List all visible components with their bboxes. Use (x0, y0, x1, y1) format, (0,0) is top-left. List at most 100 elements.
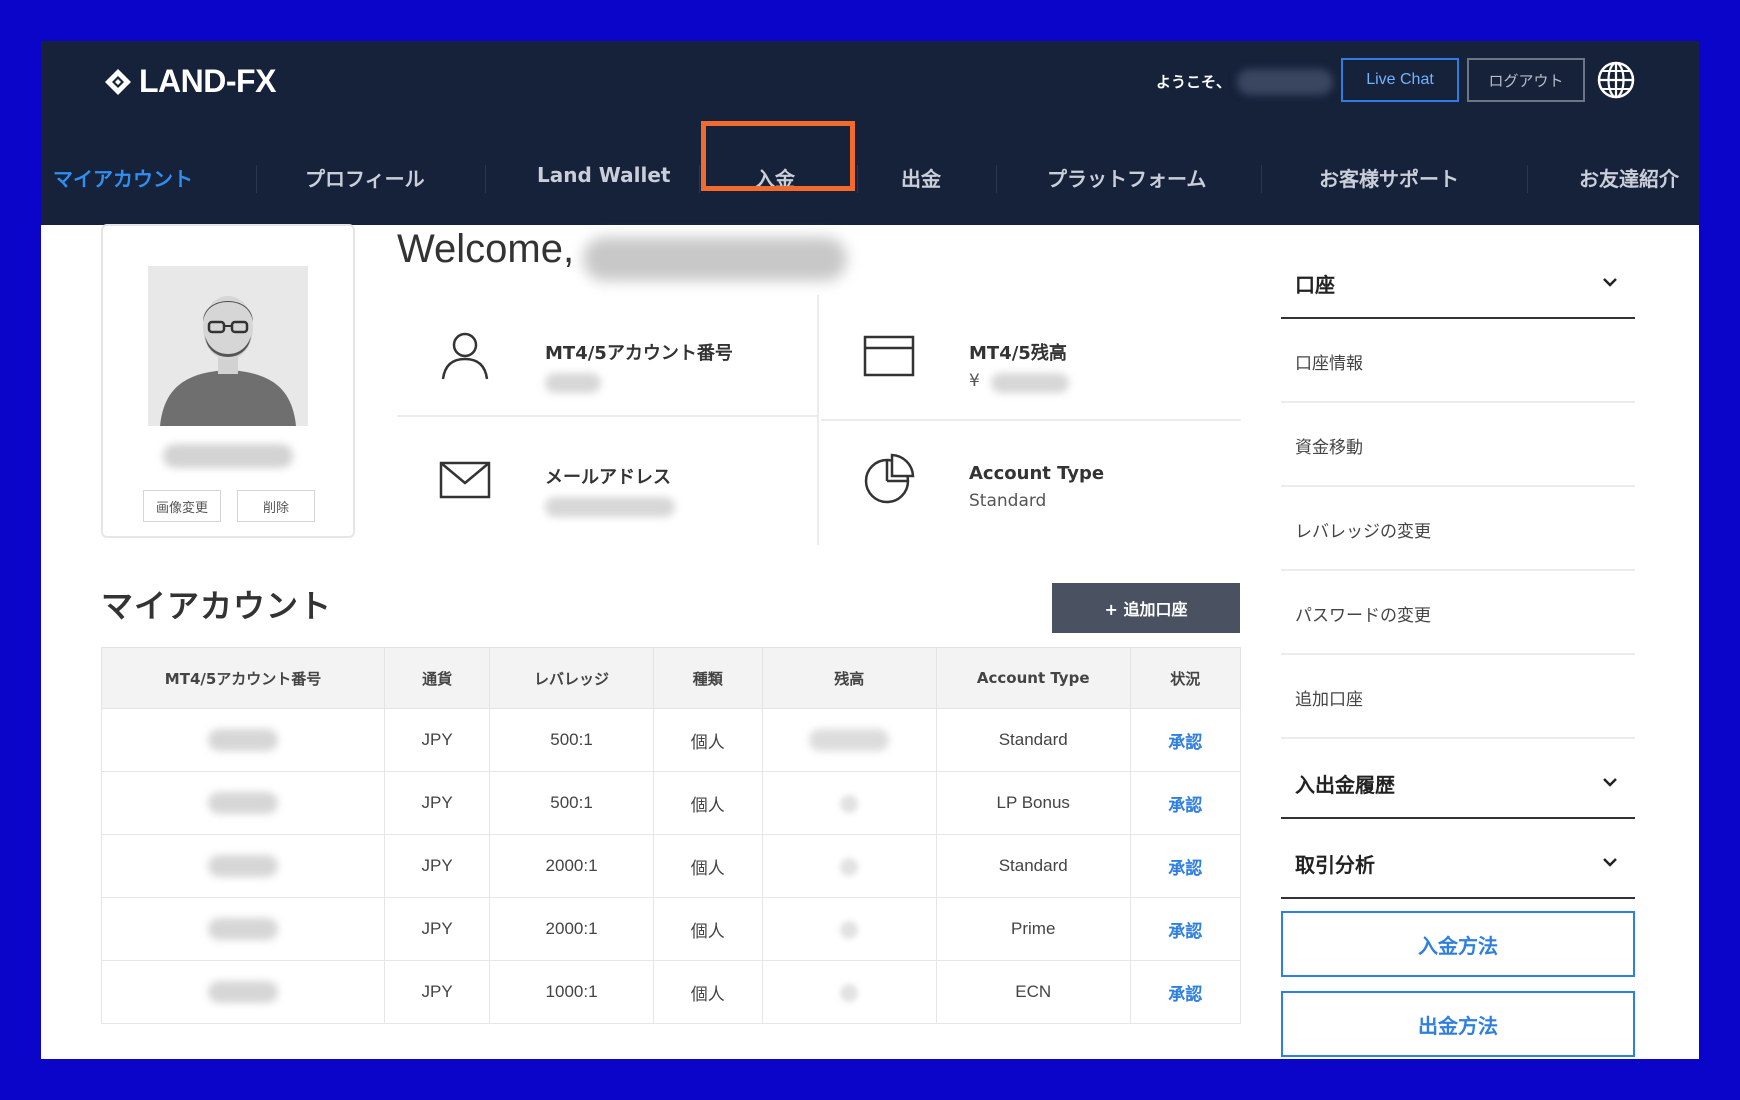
user-icon (441, 332, 489, 380)
live-chat-button[interactable]: Live Chat (1341, 58, 1459, 102)
blurred-balance (991, 373, 1069, 393)
kind-cell: 個人 (653, 897, 763, 961)
sidebar-section-label: 口座 (1295, 273, 1335, 297)
status-link[interactable]: 承認 (1129, 708, 1241, 772)
logout-button[interactable]: ログアウト (1467, 58, 1585, 102)
nav-divider (256, 165, 257, 193)
kind-cell: 個人 (653, 960, 763, 1024)
blurred-value (840, 794, 859, 813)
currency-cell: JPY (384, 834, 491, 898)
table-row[interactable]: JPY 1000:1 個人 ECN 承認 (100, 960, 1241, 1024)
blurred-account-number (545, 373, 601, 393)
grid-divider (397, 415, 817, 417)
table-row[interactable]: JPY 500:1 個人 Standard 承認 (100, 708, 1241, 772)
logo-text: LAND-FX (139, 63, 276, 99)
leverage-cell: 2000:1 (489, 834, 654, 898)
blurred-username (1237, 69, 1333, 95)
blurred-value (840, 857, 859, 876)
nav-item-profile[interactable]: プロフィール (305, 163, 425, 192)
table-row[interactable]: JPY 500:1 個人 LP Bonus 承認 (100, 771, 1241, 835)
account-type-cell: ECN (935, 960, 1131, 1024)
col-kind[interactable]: 種類 (653, 647, 763, 709)
grid-divider (817, 295, 819, 545)
currency-cell: JPY (384, 960, 491, 1024)
blurred-email (545, 497, 675, 517)
leverage-cell: 1000:1 (489, 960, 654, 1024)
kind-cell: 個人 (653, 771, 763, 835)
logo-diamond-icon (105, 68, 131, 95)
nav-divider (699, 165, 700, 193)
sidebar-item-leverage[interactable]: レバレッジの変更 (1281, 487, 1635, 571)
info-account-number: MT4/5アカウント番号 (397, 295, 817, 415)
page-frame: LAND-FX ようこそ、 Live Chat ログアウト マイアカウント プロ… (41, 41, 1699, 1059)
nav-item-land-wallet[interactable]: Land Wallet (537, 163, 670, 187)
email-label: メールアドレス (545, 467, 671, 488)
nav-item-my-account[interactable]: マイアカウント (53, 163, 193, 192)
avatar[interactable] (148, 266, 308, 426)
balance-cell (761, 897, 937, 961)
blurred-value (208, 792, 279, 814)
col-leverage[interactable]: レバレッジ (489, 647, 654, 709)
deposit-highlight-box (701, 121, 855, 191)
nav-item-referral[interactable]: お友達紹介 (1579, 163, 1679, 192)
nav-item-platform[interactable]: プラットフォーム (1047, 163, 1206, 192)
blurred-value (840, 920, 859, 939)
status-link[interactable]: 承認 (1129, 960, 1241, 1024)
account-type-cell: Standard (935, 708, 1131, 772)
sidebar-item-label: 口座情報 (1295, 354, 1363, 374)
change-image-button[interactable]: 画像変更 (143, 490, 221, 522)
sidebar-item-account-info[interactable]: 口座情報 (1281, 319, 1635, 403)
account-type-cell: Prime (935, 897, 1131, 961)
table-row[interactable]: JPY 2000:1 個人 Standard 承認 (100, 834, 1241, 898)
blurred-value (208, 981, 279, 1003)
currency-cell: JPY (384, 771, 491, 835)
nav-divider (1261, 165, 1262, 193)
table-row[interactable]: JPY 2000:1 個人 Prime 承認 (100, 897, 1241, 961)
status-link[interactable]: 承認 (1129, 834, 1241, 898)
sidebar-item-add-account[interactable]: 追加口座 (1281, 655, 1635, 739)
sidebar-section-label: 入出金履歴 (1295, 773, 1395, 797)
add-account-button[interactable]: + 追加口座 (1052, 583, 1240, 633)
currency-cell: JPY (384, 897, 491, 961)
col-balance[interactable]: 残高 (761, 647, 937, 709)
welcome-greeting: ようこそ、 (1156, 73, 1232, 91)
account-number-cell (100, 834, 386, 898)
sidebar-section-history[interactable]: 入出金履歴 (1281, 747, 1635, 819)
status-link[interactable]: 承認 (1129, 897, 1241, 961)
nav-item-support[interactable]: お客様サポート (1319, 163, 1459, 192)
sidebar-section-label: 取引分析 (1295, 853, 1375, 877)
sidebar-item-label: 資金移動 (1295, 438, 1363, 458)
account-number-cell (100, 897, 386, 961)
status-link[interactable]: 承認 (1129, 771, 1241, 835)
delete-image-button[interactable]: 削除 (237, 490, 315, 522)
account-type-cell: LP Bonus (935, 771, 1131, 835)
avatar-person-icon (148, 266, 308, 426)
sidebar-item-fund-transfer[interactable]: 資金移動 (1281, 403, 1635, 487)
sidebar-item-label: パスワードの変更 (1295, 606, 1431, 626)
col-account-type[interactable]: Account Type (935, 647, 1131, 709)
account-type-cell: Standard (935, 834, 1131, 898)
nav-item-withdraw[interactable]: 出金 (901, 163, 941, 192)
welcome-heading: Welcome, (397, 227, 575, 271)
deposit-method-button[interactable]: 入金方法 (1281, 911, 1635, 977)
info-account-type: Account Type Standard (821, 419, 1241, 539)
site-logo[interactable]: LAND-FX (103, 63, 276, 100)
col-account-number[interactable]: MT4/5アカウント番号 (100, 647, 386, 709)
col-status[interactable]: 状況 (1129, 647, 1241, 709)
leverage-cell: 2000:1 (489, 897, 654, 961)
card-icon (863, 335, 915, 377)
accounts-table: MT4/5アカウント番号 通貨 レバレッジ 種類 残高 Account Type… (100, 647, 1241, 1024)
balance-cell (761, 708, 937, 772)
currency-cell: JPY (384, 708, 491, 772)
info-balance: MT4/5残高 ¥ (821, 295, 1241, 415)
sidebar-section-analysis[interactable]: 取引分析 (1281, 827, 1635, 899)
sidebar-section-account[interactable]: 口座 (1281, 247, 1635, 319)
sidebar-item-password[interactable]: パスワードの変更 (1281, 571, 1635, 655)
sidebar-item-label: レバレッジの変更 (1295, 522, 1431, 542)
blurred-value (809, 729, 890, 751)
withdraw-method-button[interactable]: 出金方法 (1281, 991, 1635, 1057)
col-currency[interactable]: 通貨 (384, 647, 491, 709)
account-number-cell (100, 960, 386, 1024)
globe-icon[interactable] (1596, 60, 1636, 100)
blurred-value (208, 918, 279, 940)
